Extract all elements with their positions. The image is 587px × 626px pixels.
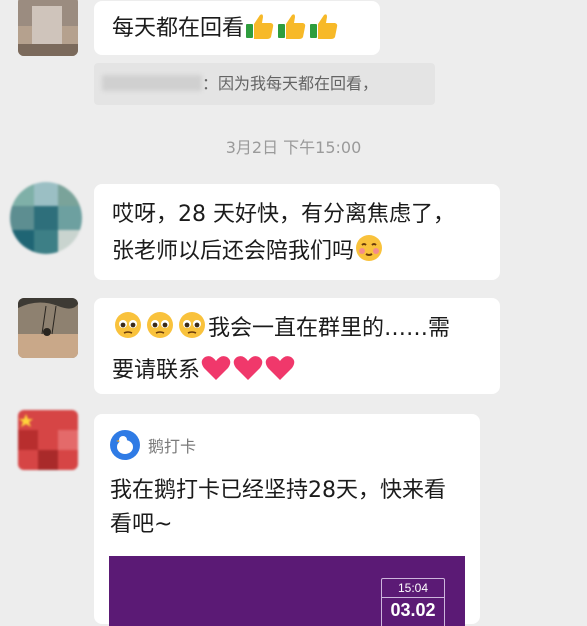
avatar-sender-2[interactable]: [10, 182, 82, 254]
blush-emoji-icon: [354, 233, 384, 275]
message-bubble-3[interactable]: 我会一直在群里的……需 要请联系: [94, 298, 500, 394]
date-badge: 15:04 03.02: [381, 578, 445, 626]
timestamp: 3月2日 下午15:00: [225, 138, 362, 157]
heart-icon: [200, 354, 232, 394]
pleading-face-icon: [144, 310, 176, 352]
avatar-sender-3[interactable]: [18, 298, 78, 358]
pleading-face-icon: [176, 310, 208, 352]
heart-icon: [232, 354, 264, 394]
card-text: 我在鹅打卡已经坚持28天，快来看看吧~: [110, 478, 446, 537]
checkin-share-card[interactable]: 鹅打卡 我在鹅打卡已经坚持28天，快来看看吧~ 15:04 03.02: [94, 414, 480, 626]
avatar-sender-4[interactable]: [18, 410, 78, 470]
message-text-2: 哎呀，28 天好快，有分离焦虑了， 张老师以后还会陪我们吗: [112, 202, 455, 264]
card-app-header: 鹅打卡: [110, 430, 196, 460]
pleading-face-icon: [112, 310, 144, 352]
avatar-sender-1[interactable]: [18, 0, 78, 56]
quoted-text: ：因为我每天都在回看，: [202, 74, 379, 93]
heart-icon: [264, 354, 296, 394]
message-text-1: 每天都在回看: [112, 16, 245, 41]
thumbs-up-icon: [308, 12, 340, 52]
thumbs-up-icon: [244, 12, 276, 52]
quoted-reply[interactable]: ：因为我每天都在回看，: [94, 63, 435, 105]
blurred-name: [102, 75, 202, 91]
preview-date: 03.02: [390, 600, 436, 620]
card-app-name: 鹅打卡: [148, 437, 197, 456]
card-preview-image: 15:04 03.02: [109, 556, 465, 626]
message-bubble-2[interactable]: 哎呀，28 天好快，有分离焦虑了， 张老师以后还会陪我们吗: [94, 184, 500, 280]
goose-app-icon: [110, 430, 140, 460]
thumbs-up-icon: [276, 12, 308, 52]
preview-time: 15:04: [382, 579, 444, 598]
message-bubble-1[interactable]: 每天都在回看: [94, 1, 380, 55]
